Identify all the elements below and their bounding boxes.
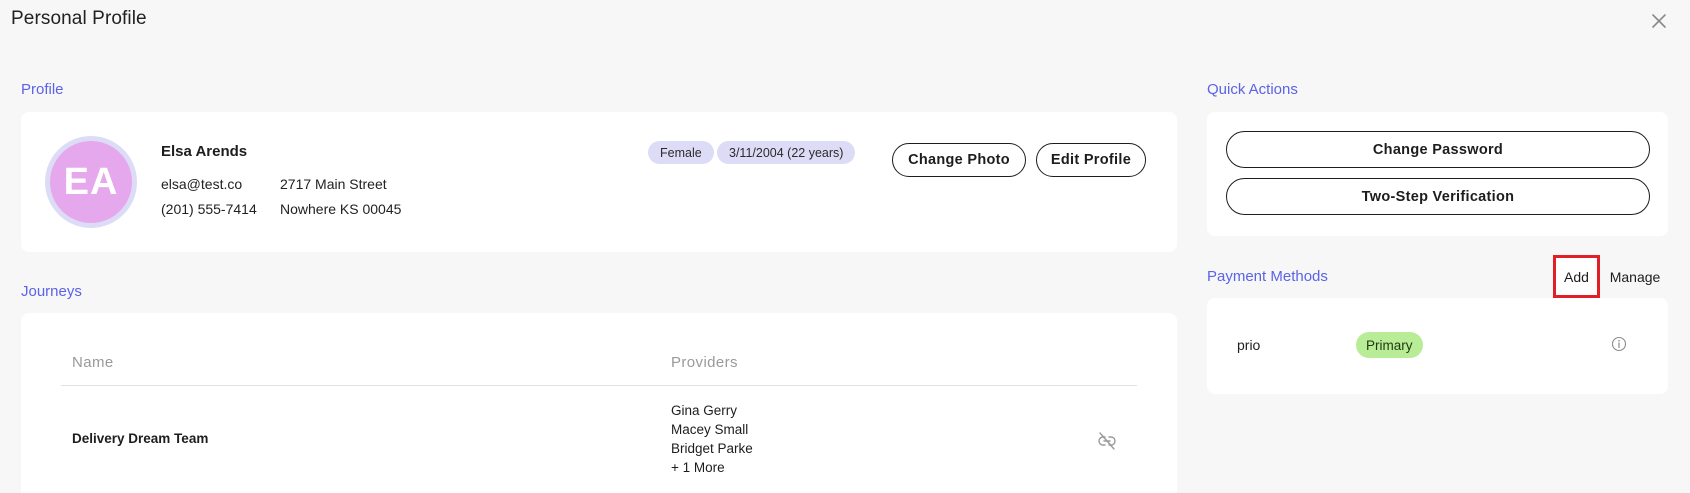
providers-more-link[interactable]: + 1 More <box>671 458 753 477</box>
close-icon[interactable] <box>1647 9 1671 33</box>
avatar-initials: EA <box>50 141 132 223</box>
payment-method-name: prio <box>1237 337 1261 353</box>
personal-profile-page: Personal Profile Profile EA Elsa Arends … <box>0 0 1690 493</box>
profile-card: EA Elsa Arends elsa@test.co (201) 555-74… <box>21 112 1177 252</box>
info-icon[interactable] <box>1611 336 1627 352</box>
provider-item: Gina Gerry <box>671 403 738 418</box>
edit-profile-button[interactable]: Edit Profile <box>1036 143 1146 177</box>
profile-phone: (201) 555-7414 <box>161 201 257 217</box>
profile-name: Elsa Arends <box>161 143 248 160</box>
quick-actions-card: Change Password Two-Step Verification <box>1207 112 1668 236</box>
quick-actions-section-label: Quick Actions <box>1207 81 1298 98</box>
page-title: Personal Profile <box>11 8 147 29</box>
add-payment-button[interactable]: Add <box>1556 258 1597 295</box>
journey-name: Delivery Dream Team <box>72 431 209 446</box>
providers-list: Gina Gerry Macey Small Bridget Parke + 1… <box>671 401 753 477</box>
change-password-button[interactable]: Change Password <box>1226 131 1650 168</box>
primary-badge: Primary <box>1356 332 1423 358</box>
column-header-providers: Providers <box>671 354 738 371</box>
manage-payment-button[interactable]: Manage <box>1606 258 1664 295</box>
column-header-name: Name <box>72 354 114 371</box>
avatar: EA <box>45 136 137 228</box>
profile-address-line2: Nowhere KS 00045 <box>280 201 402 217</box>
provider-item: Bridget Parke <box>671 441 753 456</box>
payment-methods-section-label: Payment Methods <box>1207 268 1328 285</box>
unlink-icon[interactable] <box>1096 431 1118 451</box>
change-photo-button[interactable]: Change Photo <box>892 143 1026 177</box>
journeys-section-label: Journeys <box>21 283 82 300</box>
profile-section-label: Profile <box>21 81 64 98</box>
dob-chip: 3/11/2004 (22 years) <box>717 141 856 164</box>
payment-methods-card: prio Primary <box>1207 298 1668 394</box>
two-step-verification-button[interactable]: Two-Step Verification <box>1226 178 1650 215</box>
profile-email: elsa@test.co <box>161 176 243 192</box>
gender-chip: Female <box>648 141 714 164</box>
table-header-divider <box>61 385 1137 386</box>
provider-item: Macey Small <box>671 422 749 437</box>
journeys-card: Name Providers Delivery Dream Team Gina … <box>21 313 1177 493</box>
profile-address-line1: 2717 Main Street <box>280 176 387 192</box>
